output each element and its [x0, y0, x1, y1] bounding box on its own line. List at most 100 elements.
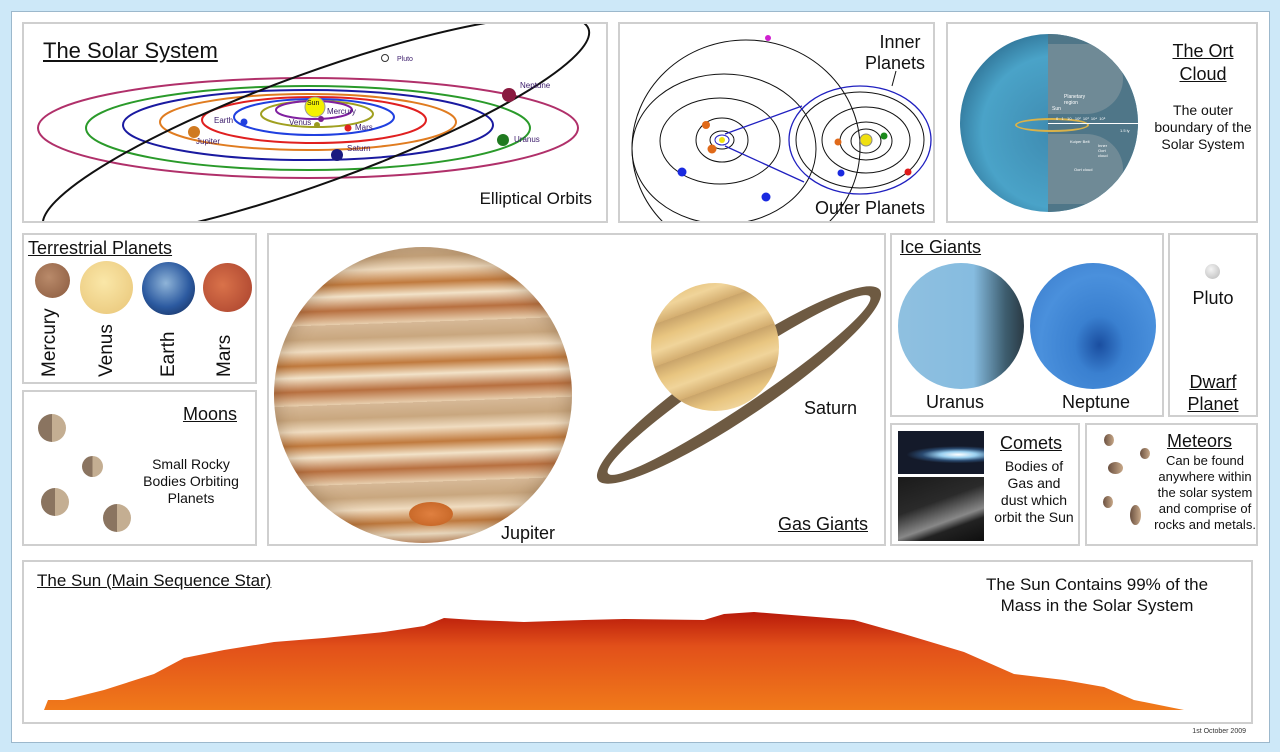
- mercury-label: Mercury: [39, 308, 60, 377]
- inner-planets-label: Inner Planets: [865, 32, 925, 74]
- sun-fact: The Sun Contains 99% of the Mass in the …: [957, 574, 1237, 616]
- inner-label-1: Inner: [879, 32, 921, 52]
- ort-cloud-panel: Planetary region Sun 0 1 10 10² 10³ 10⁴ …: [946, 22, 1258, 223]
- sun-dot-small: [719, 137, 725, 143]
- venus-label: Venus: [289, 118, 312, 127]
- dwarf-title-1: Dwarf: [1189, 372, 1237, 392]
- neptune-dot: [761, 192, 771, 202]
- dwarf-title-2: Planet: [1187, 394, 1239, 414]
- meteors-desc-4: and comprise of: [1158, 501, 1252, 516]
- uranus-dot: [677, 167, 687, 177]
- saturn-label: Saturn: [347, 144, 371, 153]
- neptune-label: Neptune: [520, 81, 551, 90]
- earth-dot: [837, 169, 845, 177]
- earth-dot: [240, 118, 248, 126]
- terrestrial-planets-panel: Terrestrial Planets Mercury Venus Earth …: [22, 233, 257, 384]
- ice-giants-title: Ice Giants: [900, 237, 982, 257]
- elliptical-orbits-caption: Elliptical Orbits: [479, 189, 592, 208]
- sun-label: Sun: [307, 100, 320, 107]
- sun-panel: The Sun (Main Sequence Star) The Sun Con…: [22, 560, 1253, 724]
- moons-description: Small Rocky Bodies Orbiting Planets: [136, 456, 246, 507]
- comets-title: Comets: [1000, 433, 1063, 453]
- jupiter-great-red-spot: [409, 502, 453, 526]
- moons-desc-3: Planets: [167, 490, 215, 506]
- solar-system-title: The Solar System: [43, 38, 218, 63]
- ort-desc-2: boundary of the: [1154, 119, 1252, 135]
- date-footer: 1st October 2009: [1192, 728, 1246, 735]
- ort-sun-label: Sun: [1052, 106, 1061, 112]
- neptune-image: [1030, 263, 1156, 389]
- moons-panel: Moons Small Rocky Bodies Orbiting Planet…: [22, 390, 257, 546]
- uranus-label: Uranus: [514, 135, 540, 144]
- moon-image: [103, 504, 131, 532]
- terrestrial-title: Terrestrial Planets: [28, 238, 173, 258]
- gas-giants-title: Gas Giants: [777, 514, 868, 534]
- meteor-image: [1103, 496, 1113, 508]
- moons-desc-1: Small Rocky: [152, 456, 230, 472]
- jupiter-dot: [702, 121, 710, 129]
- meteors-description: Can be found anywhere within the solar s…: [1150, 453, 1256, 533]
- meteors-desc-3: the solar system: [1157, 485, 1253, 500]
- mars-label: Mars: [355, 123, 373, 132]
- comet-image-gray: [898, 477, 984, 541]
- sun-fact-2: Mass in the Solar System: [1000, 596, 1194, 615]
- ort-scale: 0 1 10 10² 10³ 10⁴ 10⁵: [1056, 116, 1106, 121]
- comets-desc-3: dust which: [1000, 492, 1068, 508]
- neptune-dot: [502, 88, 516, 102]
- oort-label: Oort cloud: [1074, 167, 1093, 172]
- kuiper-label: Kuiper Belt: [1070, 139, 1090, 144]
- mars-label: Mars: [214, 334, 235, 377]
- jupiter-label: Jupiter: [196, 137, 221, 146]
- venus-image: [80, 261, 133, 314]
- dwarf-planet-panel: Pluto Dwarf Planet: [1168, 233, 1258, 417]
- meteors-desc-2: anywhere within: [1158, 469, 1252, 484]
- sun-dot-large: [859, 133, 873, 147]
- ort-ly-label: 1.5 ly: [1120, 128, 1130, 133]
- earth-image: [142, 262, 195, 315]
- mars-image: [203, 263, 252, 312]
- moon-image: [82, 456, 103, 477]
- comets-desc-2: Gas and: [1007, 475, 1061, 491]
- comets-panel: Comets Bodies of Gas and dust which orbi…: [890, 423, 1080, 546]
- ort-title-2: Cloud: [1179, 64, 1227, 84]
- uranus-label: Uranus: [926, 392, 985, 412]
- outer-planets-label: Outer Planets: [814, 198, 925, 218]
- jupiter-image: [274, 247, 572, 543]
- mars-dot: [904, 168, 912, 176]
- inner-outer-panel: Inner Planets Outer Planets: [618, 22, 935, 223]
- ort-desc-1: The outer: [1173, 102, 1233, 118]
- pluto-dot: [381, 54, 389, 62]
- ice-giants-panel: Ice Giants Uranus Neptune: [890, 233, 1164, 417]
- ort-desc-3: Solar System: [1161, 136, 1245, 152]
- comets-description: Bodies of Gas and dust which orbit the S…: [988, 458, 1078, 526]
- sun-surface-shape: [44, 612, 1184, 710]
- uranus-dot: [497, 134, 509, 146]
- dwarf-planet-title: Dwarf Planet: [1170, 371, 1256, 415]
- meteors-desc-1: Can be found: [1165, 453, 1245, 468]
- pluto-label: Pluto: [1192, 288, 1234, 308]
- comets-desc-4: orbit the Sun: [994, 509, 1074, 525]
- earth-label: Earth: [214, 116, 234, 125]
- meteor-image: [1140, 448, 1150, 459]
- saturn-label: Saturn: [804, 398, 858, 418]
- saturn-dot: [331, 149, 343, 161]
- mercury-dot: [318, 116, 324, 122]
- sun-title: The Sun (Main Sequence Star): [37, 571, 272, 590]
- meteor-image: [1108, 462, 1123, 474]
- mercury-image: [35, 263, 70, 298]
- saturn-dot: [707, 144, 717, 154]
- meteor-image: [1104, 434, 1114, 446]
- gas-giants-panel: Jupiter Saturn Gas Giants: [267, 233, 886, 546]
- earth-label: Earth: [158, 331, 179, 377]
- pluto-label: Pluto: [397, 56, 413, 63]
- moons-title: Moons: [182, 404, 237, 424]
- ort-cloud-description: The outer boundary of the Solar System: [1148, 102, 1256, 153]
- comets-desc-1: Bodies of: [1004, 458, 1064, 474]
- meteor-image: [1130, 505, 1141, 525]
- solar-system-panel: The Solar System Sun Mercury Venus Earth…: [22, 22, 608, 223]
- ort-cloud-title: The Ort Cloud: [1153, 40, 1253, 86]
- uranus-image: [898, 263, 1024, 389]
- inner-label-2: Planets: [865, 53, 926, 73]
- venus-dot: [880, 132, 888, 140]
- region-label: region: [1064, 100, 1078, 106]
